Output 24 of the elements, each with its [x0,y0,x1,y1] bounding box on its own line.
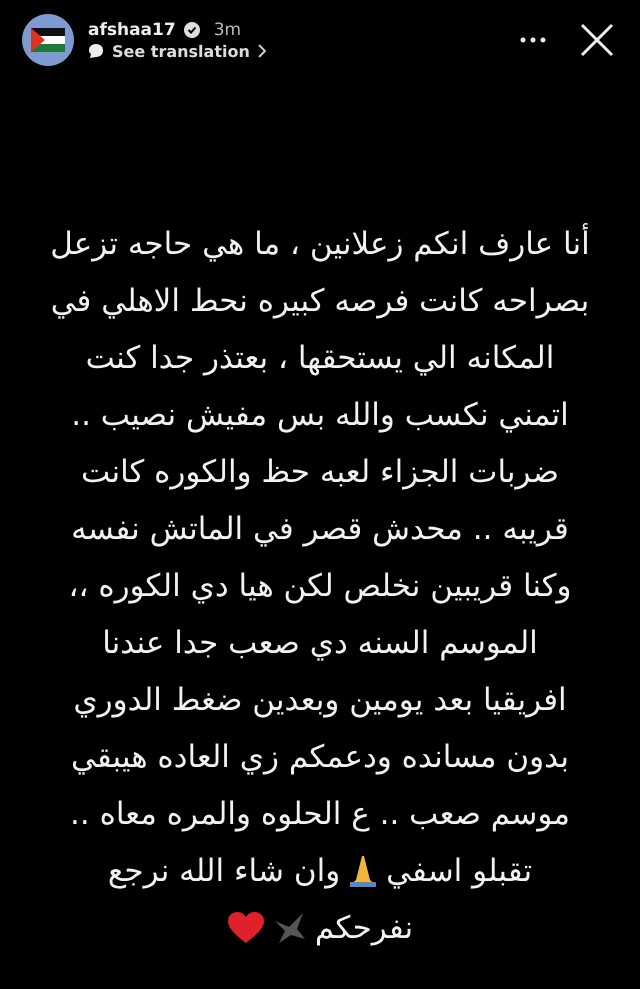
speech-bubble-icon [88,43,104,59]
close-icon [580,23,614,57]
story-text: قريبه .. محدش قصر في الماتش نفسه [71,510,569,546]
post-time: 3m [214,20,242,40]
flag-icon [31,28,65,52]
story-text: أنا عارف انكم زعلانين ، ما هي حاجه تزعل [50,226,590,262]
chevron-right-icon[interactable] [258,44,266,58]
story-text: افريقيا بعد يومين وبعدين ضغط الدوري [73,682,567,718]
story-text: اتمني نكسب والله بس مفيش نصيب .. [71,396,569,432]
heart-icon [226,910,265,944]
story-text: ضربات الجزاء لعبه حظ والكوره كانت [81,454,559,490]
story-text: نفرحكم [314,910,414,946]
story-text: الموسم السنه دي صعب جدا عندنا [102,624,538,660]
story-text: تقبلو اسفي [386,852,532,888]
story-text: المكانه الي يستحقها ، بعتذر جدا كنت [86,340,554,376]
story-text: بصراحه كانت فرصه كبيره نحط الاهلي في [50,282,590,318]
story-text: وان شاء الله نرجع [108,852,340,888]
story-text: وكنا قريبين نخلص لكن هيا دي الكوره ،، [68,568,572,604]
more-icon [520,37,546,43]
story-text: بدون مسانده ودعمكم زي العاده هيبقي [70,738,569,774]
username[interactable]: afshaa17 [88,20,176,40]
story-text: موسم صعب .. ع الحلوه والمره معاه .. [70,796,570,832]
avatar[interactable] [22,14,74,66]
see-translation-link[interactable]: See translation [112,42,250,60]
